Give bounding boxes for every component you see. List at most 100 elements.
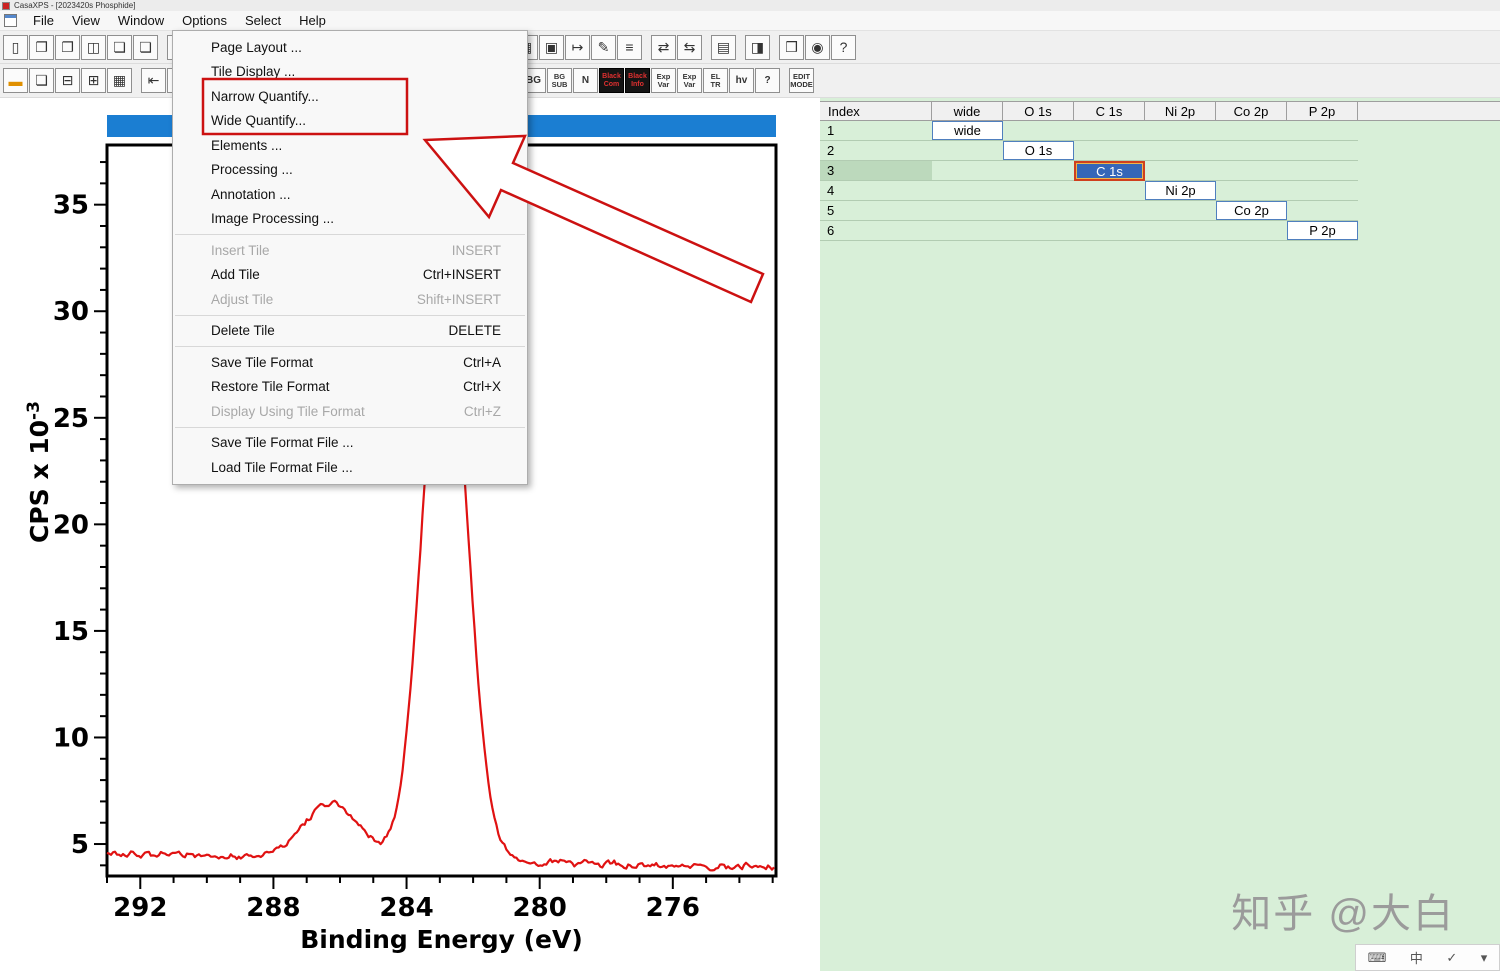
column-header-o-1s[interactable]: O 1s — [1003, 102, 1074, 120]
new-file-button[interactable]: ▯ — [3, 34, 28, 60]
blocks-table-body: 1 wide 2 O 1s 3 C 1s 4 Ni 2p 5 Co 2p 6 P 2p — [820, 121, 1358, 241]
menu-option-restore-tile-format[interactable]: Restore Tile Format Ctrl+X — [173, 375, 527, 400]
row-index[interactable]: 4 — [820, 181, 932, 200]
block-cell-ni-2p[interactable]: Ni 2p — [1145, 181, 1216, 200]
copy-button[interactable]: ❏ — [107, 34, 132, 60]
column-header-p-2p[interactable]: P 2p — [1287, 102, 1358, 120]
menu-option-label: Save Tile Format File ... — [211, 435, 354, 451]
convert-button-icon: ◨ — [750, 38, 765, 55]
language-bar-icon[interactable]: 中 — [1410, 948, 1423, 967]
row-index[interactable]: 6 — [820, 221, 932, 240]
tile-color-button[interactable]: ▬ — [3, 68, 28, 93]
normalize-button[interactable]: N — [573, 68, 598, 93]
exp-var-2-button[interactable]: Exp Var — [677, 68, 702, 93]
open-folder-button[interactable]: ❐ — [55, 34, 80, 60]
column-header-wide[interactable]: wide — [932, 102, 1003, 120]
row-index[interactable]: 5 — [820, 201, 932, 220]
question-2-button[interactable]: ? — [755, 68, 780, 93]
language-bar-icon[interactable]: ⌨ — [1368, 950, 1387, 966]
row-index[interactable]: 1 — [820, 121, 932, 140]
menu-option-page-layout[interactable]: Page Layout ... — [173, 35, 527, 60]
table-row: 6 P 2p — [820, 221, 1358, 241]
toolbar-button-label: Black — [628, 72, 647, 80]
print-button[interactable]: ❒ — [779, 34, 804, 60]
menu-option-save-tile-format-file[interactable]: Save Tile Format File ... — [173, 431, 527, 456]
menu-help[interactable]: Help — [290, 11, 335, 30]
block-cell-c-1s[interactable]: C 1s — [1074, 161, 1145, 181]
menu-option-add-tile[interactable]: Add Tile Ctrl+INSERT — [173, 263, 527, 288]
page-compare-2-button[interactable]: ⇆ — [677, 34, 702, 60]
block-cell-p-2p[interactable]: P 2p — [1287, 221, 1358, 240]
menu-option-label: Insert Tile — [211, 242, 270, 258]
menu-shortcut: Ctrl+Z — [463, 403, 501, 419]
exp-var-button[interactable]: Exp Var — [651, 68, 676, 93]
menu-select[interactable]: Select — [236, 11, 290, 30]
menu-separator — [175, 234, 525, 235]
menu-file[interactable]: File — [24, 11, 63, 30]
grid-display-button[interactable]: ▦ — [107, 68, 132, 93]
column-header-ni-2p[interactable]: Ni 2p — [1145, 102, 1216, 120]
document-icon — [4, 14, 17, 27]
y-tick-label: 35 — [53, 191, 89, 221]
menu-option-save-tile-format[interactable]: Save Tile Format Ctrl+A — [173, 350, 527, 375]
cascade-windows-button[interactable]: ❏ — [29, 68, 54, 93]
menu-options[interactable]: Options — [173, 11, 236, 30]
list-tool-button[interactable]: ≡ — [617, 34, 642, 60]
image-display-button[interactable]: ▣ — [539, 34, 564, 60]
edit-mode-button[interactable]: EDIT MODE — [789, 68, 814, 93]
menu-bar: File View Window Options Select Help — [0, 11, 1500, 31]
hv-button[interactable]: hv — [729, 68, 754, 93]
menu-separator — [175, 314, 525, 316]
print-preview-button[interactable]: ◉ — [805, 34, 830, 60]
background-subtract-button[interactable]: BG SUB — [547, 68, 572, 93]
language-bar[interactable]: ⌨ 中 ✓ ▾ — [1355, 944, 1500, 971]
el-tr-button[interactable]: EL TR — [703, 68, 728, 93]
language-bar-icon[interactable]: ✓ — [1446, 950, 1457, 966]
column-header-index[interactable]: Index — [820, 102, 932, 120]
menu-option-adjust-tile: Adjust Tile Shift+INSERT — [173, 287, 527, 312]
column-header-co-2p[interactable]: Co 2p — [1216, 102, 1287, 120]
menu-option-wide-quantify[interactable]: Wide Quantify... — [173, 109, 527, 134]
copy-page-button[interactable]: ❏ — [133, 34, 158, 60]
save-button[interactable]: ◫ — [81, 34, 106, 60]
block-cell-wide[interactable]: wide — [932, 121, 1003, 140]
help-button[interactable]: ? — [831, 34, 856, 60]
column-header-c-1s[interactable]: C 1s — [1074, 102, 1145, 120]
row-index[interactable]: 3 — [820, 161, 932, 180]
menu-option-label: Adjust Tile — [211, 291, 274, 307]
tile-vertical-button-icon: ⊞ — [87, 72, 100, 88]
page-compare-button[interactable]: ⇄ — [651, 34, 676, 60]
menu-option-narrow-quantify[interactable]: Narrow Quantify... — [173, 84, 527, 109]
menu-view[interactable]: View — [63, 11, 109, 30]
black-info-button[interactable]: Black Info — [625, 68, 650, 93]
x-tick-label: 284 — [379, 893, 433, 923]
menu-option-label: Add Tile — [211, 267, 260, 283]
tile-horizontal-button[interactable]: ⊟ — [55, 68, 80, 93]
tile-horizontal-button-icon: ⊟ — [61, 72, 74, 88]
block-cell-o-1s[interactable]: O 1s — [1003, 141, 1074, 160]
convert-button[interactable]: ◨ — [745, 34, 770, 60]
copy-button-icon: ❏ — [113, 38, 126, 55]
row-index[interactable]: 2 — [820, 141, 932, 160]
menu-option-load-tile-format-file[interactable]: Load Tile Format File ... — [173, 455, 527, 480]
menu-option-tile-display[interactable]: Tile Display ... — [173, 60, 527, 85]
x-tick-label: 288 — [246, 893, 300, 923]
table-row: 1 wide — [820, 121, 1358, 141]
print-preview-button-icon: ◉ — [811, 38, 824, 55]
menu-window[interactable]: Window — [109, 11, 173, 30]
menu-option-delete-tile[interactable]: Delete Tile DELETE — [173, 319, 527, 344]
menu-option-elements[interactable]: Elements ... — [173, 133, 527, 158]
menu-option-processing[interactable]: Processing ... — [173, 158, 527, 183]
clipboard-button[interactable]: ▤ — [711, 34, 736, 60]
block-cell-co-2p[interactable]: Co 2p — [1216, 201, 1287, 220]
open-file-button[interactable]: ❐ — [29, 34, 54, 60]
tile-vertical-button[interactable]: ⊞ — [81, 68, 106, 93]
step-left-button[interactable]: ⇤ — [141, 68, 166, 93]
menu-option-annotation[interactable]: Annotation ... — [173, 182, 527, 207]
language-bar-icon[interactable]: ▾ — [1481, 950, 1488, 966]
black-com-button[interactable]: Black Com — [599, 68, 624, 93]
menu-option-image-processing[interactable]: Image Processing ... — [173, 207, 527, 232]
pencil-tool-button[interactable]: ✎ — [591, 34, 616, 60]
annotate-arrow-button[interactable]: ↦ — [565, 34, 590, 60]
blocks-table-header: Index wide O 1s C 1s Ni 2p Co 2p P 2p — [820, 101, 1500, 121]
